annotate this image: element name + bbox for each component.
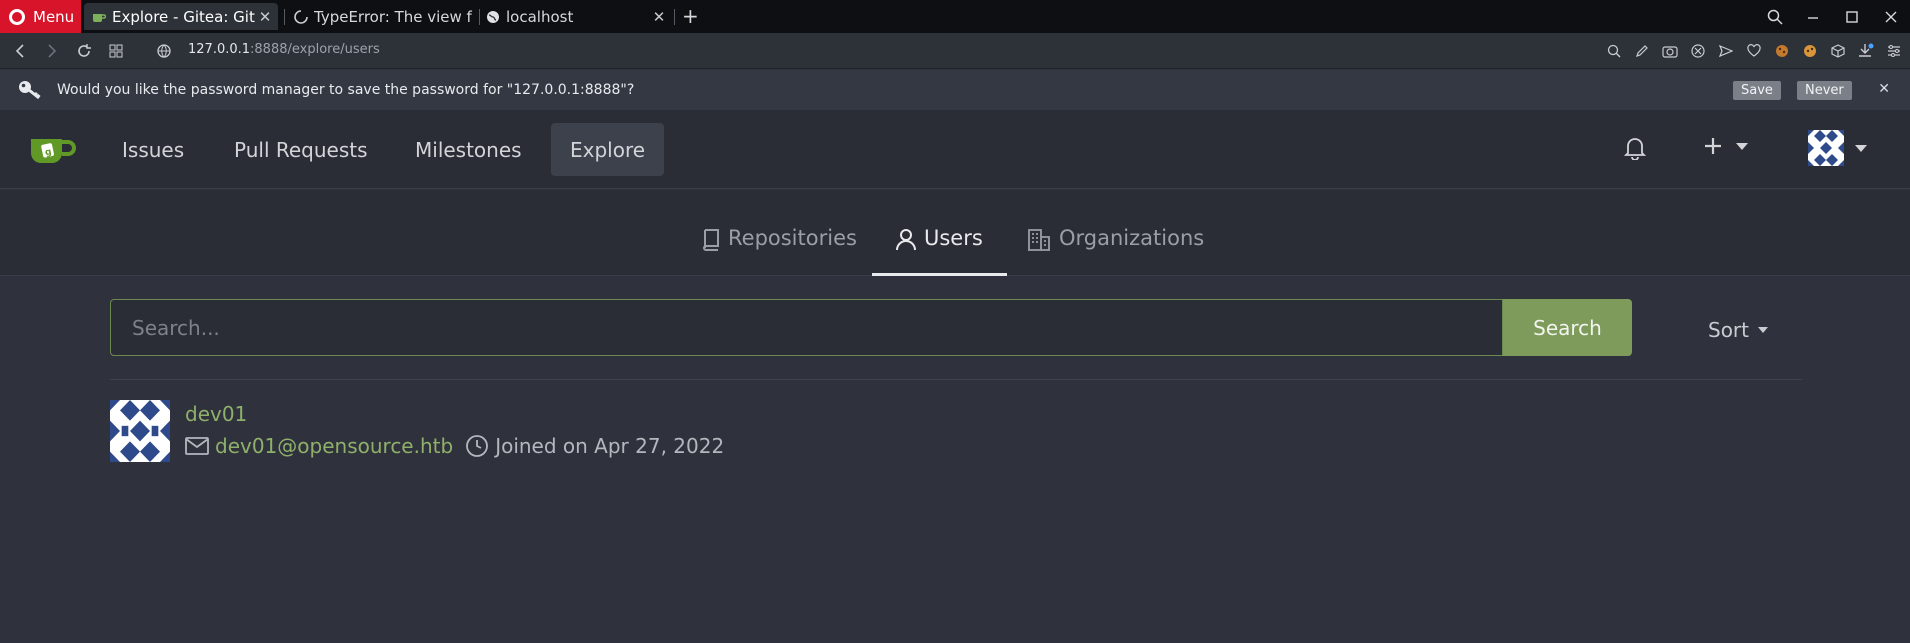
plus-icon: [1705, 138, 1721, 154]
extension-cookie-icon[interactable]: [1772, 41, 1792, 61]
gitea-navbar: g Issues Pull Requests Milestones Explor…: [0, 110, 1910, 189]
key-icon: [19, 81, 41, 100]
close-icon[interactable]: ✕: [256, 8, 274, 26]
send-icon[interactable]: [1716, 41, 1736, 61]
explore-tabs: Repositories Users Organizations: [0, 190, 1910, 276]
zoom-icon[interactable]: [1604, 41, 1624, 61]
user-email-link[interactable]: dev01@opensource.htb: [215, 434, 453, 458]
sort-label: Sort: [1708, 318, 1749, 342]
save-password-button[interactable]: Save: [1733, 81, 1781, 100]
loading-spinner-icon: [294, 9, 308, 24]
organization-icon: [1028, 229, 1050, 251]
nav-milestones[interactable]: Milestones: [396, 123, 541, 176]
never-save-password-button[interactable]: Never: [1797, 81, 1852, 100]
close-icon[interactable]: ✕: [1878, 81, 1890, 97]
globe-icon: [487, 10, 499, 23]
easy-setup-icon[interactable]: [1884, 41, 1904, 61]
sort-dropdown[interactable]: Sort: [1708, 318, 1769, 342]
nav-explore[interactable]: Explore: [551, 123, 665, 176]
tabs-grid-icon[interactable]: [106, 42, 126, 60]
new-tab-icon[interactable]: +: [682, 4, 699, 28]
tab-label: Users: [924, 226, 983, 250]
divider: [110, 379, 1802, 380]
gitea-logo[interactable]: g: [30, 135, 76, 165]
create-new-dropdown[interactable]: [1703, 136, 1749, 156]
close-icon[interactable]: ✕: [650, 8, 668, 26]
window-close-icon[interactable]: [1872, 0, 1910, 33]
browser-tab-bar: Menu Explore - Gitea: Git w ✕ TypeError:…: [0, 0, 1910, 33]
tab-explore-gitea[interactable]: Explore - Gitea: Git w ✕: [84, 3, 278, 30]
opera-logo-icon: [9, 8, 25, 25]
tab-label: Repositories: [728, 226, 857, 250]
menu-label: Menu: [33, 7, 75, 26]
user-meta: dev01@opensource.htb Joined on Apr 27, 2…: [185, 434, 724, 458]
heart-icon[interactable]: [1744, 41, 1764, 61]
minimize-icon[interactable]: [1794, 0, 1832, 33]
password-prompt-message: Would you like the password manager to s…: [57, 82, 635, 98]
download-icon[interactable]: [1856, 41, 1876, 61]
camera-icon[interactable]: [1660, 41, 1680, 61]
user-search-form: Search: [110, 299, 1632, 356]
clock-icon: [466, 435, 489, 457]
password-save-bar: Would you like the password manager to s…: [0, 70, 1910, 110]
reload-icon[interactable]: [74, 42, 94, 60]
caret-down-icon: [1736, 143, 1748, 150]
avatar[interactable]: [110, 400, 170, 462]
tab-users[interactable]: Users: [872, 226, 1007, 276]
tab-label: Organizations: [1059, 226, 1205, 250]
caret-down-icon: [1855, 145, 1867, 152]
notifications-bell-icon[interactable]: [1624, 136, 1646, 160]
user-joined-date: Joined on Apr 27, 2022: [495, 434, 725, 458]
cube-icon[interactable]: [1828, 41, 1848, 61]
extension-cookie2-icon[interactable]: [1800, 41, 1820, 61]
tab-typeerror[interactable]: TypeError: The view f: [286, 3, 479, 30]
nav-issues[interactable]: Issues: [103, 123, 203, 176]
edit-icon[interactable]: [1632, 41, 1652, 61]
tab-organizations[interactable]: Organizations: [1027, 226, 1204, 276]
caret-down-icon: [1758, 327, 1768, 333]
avatar: [1808, 130, 1844, 166]
tab-title: Explore - Gitea: Git w: [112, 7, 256, 26]
nav-pull-requests[interactable]: Pull Requests: [215, 123, 387, 176]
user-menu-dropdown[interactable]: [1808, 130, 1868, 166]
url-field[interactable]: 127.0.0.1:8888/explore/users: [188, 42, 380, 57]
repo-icon: [703, 229, 719, 251]
tab-localhost[interactable]: localhost ✕: [482, 3, 672, 30]
gitea-favicon-icon: [93, 13, 106, 22]
forward-icon[interactable]: [42, 42, 62, 60]
back-icon[interactable]: [10, 42, 30, 60]
maximize-icon[interactable]: [1833, 0, 1871, 33]
search-input[interactable]: [110, 299, 1503, 356]
tab-title: localhost: [506, 7, 574, 26]
tab-title: TypeError: The view f: [314, 7, 472, 26]
user-name-link[interactable]: dev01: [185, 402, 247, 426]
site-info-globe-icon[interactable]: [154, 42, 174, 60]
adblock-icon[interactable]: [1688, 41, 1708, 61]
tab-repositories[interactable]: Repositories: [702, 226, 857, 276]
person-icon: [896, 229, 916, 251]
address-bar: 127.0.0.1:8888/explore/users: [0, 33, 1910, 69]
search-tabs-icon[interactable]: [1756, 0, 1794, 33]
opera-menu-button[interactable]: Menu: [0, 0, 81, 33]
mail-icon: [185, 437, 209, 455]
search-button[interactable]: Search: [1503, 299, 1632, 356]
